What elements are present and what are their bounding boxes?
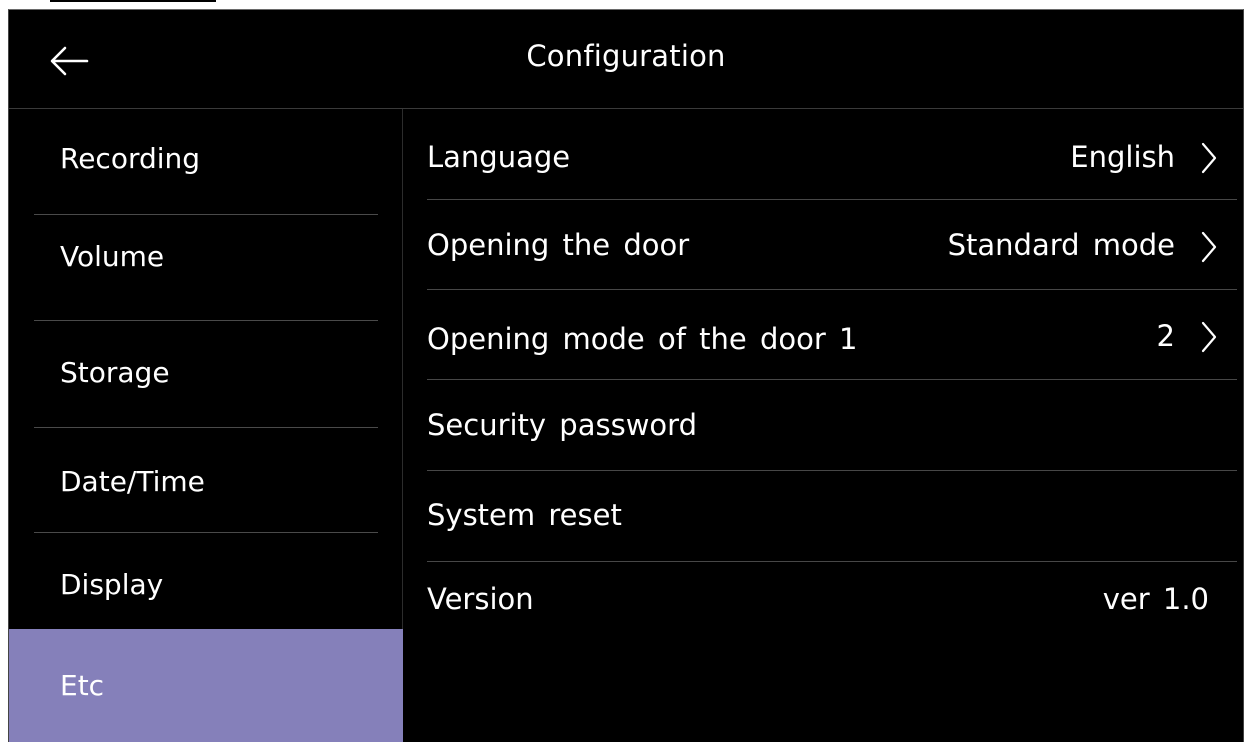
sidebar-item-label: Etc (60, 669, 105, 702)
setting-value: English (1070, 140, 1175, 174)
chevron-right-icon (1201, 142, 1217, 174)
setting-label: Opening the door (427, 228, 690, 262)
sidebar-item-label: Volume (60, 240, 165, 273)
setting-row-language[interactable]: Language English (403, 109, 1243, 199)
sidebar-item-label: Date/Time (60, 465, 205, 498)
top-rule (50, 0, 216, 2)
sidebar-item-label: Recording (60, 142, 201, 175)
setting-label: Version (427, 582, 534, 616)
sidebar-item-storage[interactable]: Storage (9, 321, 403, 427)
setting-row-opening-mode-door-1[interactable]: Opening mode of the door 1 2 (403, 290, 1243, 379)
sidebar-item-label: Display (60, 568, 164, 601)
setting-label: System reset (427, 498, 622, 532)
version-value: ver 1.0 (1102, 582, 1209, 616)
chevron-right-icon (1201, 231, 1217, 263)
setting-row-system-reset[interactable]: System reset (403, 471, 1243, 561)
setting-row-security-password[interactable]: Security password (403, 380, 1243, 470)
chevron-right-icon (1201, 321, 1217, 353)
setting-row-opening-the-door[interactable]: Opening the door Standard mode (403, 200, 1243, 290)
sidebar-item-recording[interactable]: Recording (9, 109, 403, 214)
setting-row-version: Version ver 1.0 (403, 562, 1243, 642)
sidebar-item-etc[interactable]: Etc (9, 629, 403, 742)
setting-label: Opening mode of the door 1 (427, 322, 858, 356)
device-screen: Configuration Recording Volume Storage D… (8, 9, 1244, 742)
sidebar: Recording Volume Storage Date/Time Displ… (9, 109, 403, 742)
setting-value: Standard mode (947, 228, 1175, 262)
sidebar-item-date-time[interactable]: Date/Time (9, 428, 403, 532)
header-bar: Configuration (9, 10, 1243, 109)
setting-label: Security password (427, 408, 697, 442)
sidebar-item-label: Storage (60, 356, 170, 389)
sidebar-item-display[interactable]: Display (9, 533, 403, 628)
setting-value: 2 (1156, 319, 1175, 353)
page-title: Configuration (526, 39, 726, 73)
setting-label: Language (427, 140, 571, 174)
settings-list: Language English Opening the door Standa… (403, 109, 1243, 742)
sidebar-item-volume[interactable]: Volume (9, 215, 403, 320)
